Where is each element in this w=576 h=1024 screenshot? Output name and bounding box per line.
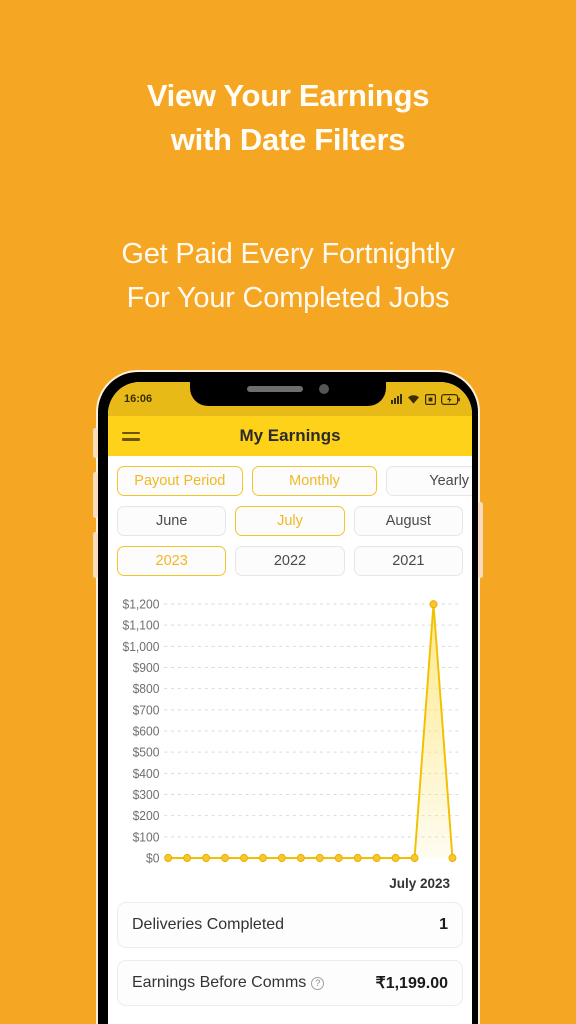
app-bar: My Earnings — [108, 416, 472, 456]
phone-screen: 16:06 My Earnings Payout Period Monthly … — [108, 382, 472, 1024]
page-title: My Earnings — [239, 426, 341, 445]
hamburger-line — [122, 438, 140, 441]
chart-data-point[interactable] — [353, 853, 362, 863]
card-deliveries-completed[interactable]: Deliveries Completed 1 — [117, 902, 463, 948]
promo-subtitle-line-1: Get Paid Every Fortnightly — [121, 238, 455, 270]
chart-y-tick-label: $400 — [133, 767, 160, 781]
chart-data-point[interactable] — [277, 853, 286, 863]
date-filter-group: Payout Period Monthly Yearly June July A… — [108, 456, 472, 588]
card-label-wrap: Earnings Before Comms ? — [132, 974, 325, 992]
chart-data-point[interactable] — [221, 853, 229, 863]
chart-y-tick-label: $600 — [133, 724, 160, 738]
earnings-line-chart: $1,200 $1,100 $1,000 $900 $800 $700 $600 $500 $4… — [114, 590, 466, 891]
earnings-chart-svg: $1,200 $1,100 $1,000 $900 $800 $700 $600 $500 $4… — [123, 597, 459, 866]
wifi-icon — [408, 395, 419, 404]
chart-y-tick-label: $1,200 — [123, 597, 160, 611]
chart-y-tick-label: $1,000 — [123, 640, 160, 654]
earnings-summary-cards: Deliveries Completed 1 Earnings Before C… — [108, 890, 472, 1006]
card-value: ₹1,199.00 — [375, 975, 448, 992]
mute-switch-button[interactable] — [93, 428, 98, 458]
screenshot-icon — [425, 393, 436, 405]
promo-subtitle-line-2: For Your Completed Jobs — [126, 282, 450, 314]
chart-data-point[interactable] — [202, 853, 211, 863]
chart-y-tick-label: $100 — [133, 830, 160, 844]
chart-y-tick-label: $300 — [133, 788, 160, 802]
chart-y-tick-label: $1,100 — [123, 618, 160, 632]
filter-month-june[interactable]: June — [117, 506, 227, 536]
volume-down-button[interactable] — [93, 532, 98, 578]
card-earnings-before-comms[interactable]: Earnings Before Comms ? ₹1,199.00 — [117, 960, 463, 1006]
chart-y-tick-label: $500 — [133, 745, 160, 759]
power-button[interactable] — [478, 502, 483, 578]
filter-monthly[interactable]: Monthly — [251, 466, 378, 496]
chart-data-point[interactable] — [334, 853, 343, 863]
filter-year-2021[interactable]: 2021 — [353, 546, 463, 576]
card-label: Deliveries Completed — [132, 916, 285, 933]
promo-title-line-1: View Your Earnings — [146, 78, 430, 113]
chart-data-point[interactable] — [391, 853, 400, 863]
chart-data-point[interactable] — [296, 853, 305, 863]
chart-caption: July 2023 — [389, 876, 450, 891]
filter-row-period: Payout Period Monthly Yearly — [108, 466, 472, 506]
phone-notch — [190, 372, 386, 406]
front-camera-icon — [319, 384, 329, 394]
chart-data-point[interactable] — [183, 853, 192, 863]
filter-year-2023[interactable]: 2023 — [117, 546, 227, 576]
battery-icon — [441, 393, 460, 405]
chart-y-tick-label: $800 — [133, 682, 160, 696]
chart-data-point[interactable] — [240, 853, 248, 863]
chart-data-point[interactable] — [429, 600, 438, 609]
chart-data-point[interactable] — [372, 853, 381, 863]
hamburger-icon[interactable] — [122, 431, 140, 441]
chart-y-tick-label: $900 — [133, 661, 160, 675]
signal-icon — [391, 394, 402, 404]
filter-yearly[interactable]: Yearly — [386, 466, 472, 496]
chart-y-tick-label: $200 — [133, 809, 160, 823]
status-bar-icons — [391, 393, 460, 405]
card-label: Earnings Before Comms — [132, 974, 307, 991]
filter-year-2022[interactable]: 2022 — [235, 546, 345, 576]
filter-month-july[interactable]: July — [235, 506, 345, 536]
card-value: 1 — [439, 916, 448, 933]
chart-data-point[interactable] — [315, 853, 324, 863]
filter-payout-period[interactable]: Payout Period — [117, 466, 243, 496]
chart-data-point[interactable] — [448, 853, 457, 863]
status-bar-clock: 16:06 — [124, 393, 153, 405]
phone-mockup: 16:06 My Earnings Payout Period Monthly … — [93, 370, 483, 1024]
filter-row-month: June July August — [108, 506, 472, 546]
promo-title: View Your Earnings with Date Filters — [0, 74, 576, 162]
filter-month-august[interactable]: August — [353, 506, 463, 536]
chart-y-tick-label: $0 — [146, 851, 160, 865]
chart-data-point[interactable] — [164, 853, 173, 863]
chart-data-point[interactable] — [258, 853, 267, 863]
filter-row-year: 2023 2022 2021 — [108, 546, 472, 586]
chart-y-tick-label: $700 — [133, 703, 160, 717]
promo-subtitle: Get Paid Every Fortnightly For Your Comp… — [0, 232, 576, 320]
volume-up-button[interactable] — [93, 472, 98, 518]
help-circle-icon[interactable]: ? — [311, 976, 325, 990]
promo-title-line-2: with Date Filters — [170, 122, 406, 157]
hamburger-line — [122, 431, 140, 434]
chart-data-point[interactable] — [410, 853, 419, 863]
speaker-grille-icon — [247, 386, 303, 392]
